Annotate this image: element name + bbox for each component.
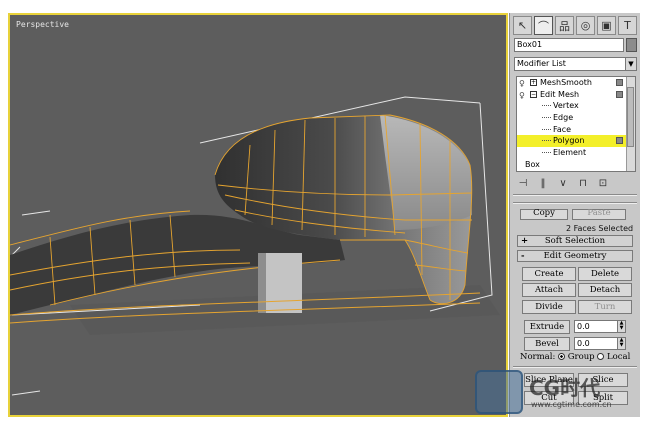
- edit-geometry-rollout[interactable]: - Edit Geometry: [517, 250, 633, 262]
- attach-button[interactable]: Attach: [522, 283, 576, 297]
- pin-stack-icon[interactable]: ⊣: [517, 178, 529, 189]
- viewport-label: Perspective: [16, 20, 69, 29]
- copy-button[interactable]: Copy: [520, 209, 568, 220]
- display-icon: ▣: [601, 19, 612, 32]
- divider: [513, 194, 637, 196]
- mesh-top-face: [380, 115, 472, 230]
- create-button[interactable]: Create: [522, 267, 576, 281]
- stack-scrollbar[interactable]: [626, 77, 635, 171]
- stack-item-edge[interactable]: Edge: [517, 112, 635, 124]
- stack-config-icon[interactable]: [616, 90, 623, 98]
- stack-item-box[interactable]: Box: [517, 159, 635, 171]
- turn-button[interactable]: Turn: [578, 300, 632, 314]
- paste-button[interactable]: Paste: [572, 209, 626, 220]
- normal-options: Normal: Group Local: [520, 352, 631, 362]
- watermark-url: www.cgtime.com.cn: [531, 400, 612, 409]
- hierarchy-tab[interactable]: 品: [555, 16, 574, 35]
- utilities-hammer-icon: T: [624, 19, 631, 32]
- stack-config-icon[interactable]: [616, 137, 623, 145]
- spinner-arrows-icon[interactable]: ▲ ▼: [617, 321, 625, 332]
- stack-item-element[interactable]: Element: [517, 147, 635, 159]
- spinner-arrows-icon[interactable]: ▲ ▼: [617, 338, 625, 349]
- lightbulb-icon[interactable]: ♀: [519, 78, 525, 89]
- remove-modifier-icon[interactable]: ⊓: [577, 178, 589, 189]
- stack-config-icon[interactable]: [616, 79, 623, 86]
- modifier-list-dropdown[interactable]: Modifier List ▼: [514, 57, 637, 71]
- object-color-swatch[interactable]: [626, 38, 637, 52]
- display-tab[interactable]: ▣: [597, 16, 616, 35]
- modifier-list-label: Modifier List: [517, 59, 566, 68]
- divider: [513, 202, 637, 204]
- make-unique-icon[interactable]: ∨: [557, 178, 569, 189]
- bevel-spinner[interactable]: 0.0 ▲ ▼: [574, 337, 626, 350]
- command-panel: ↖ ⌒ 品 ◎ ▣ T Box01 Modifier List ▼ ♀ + Me…: [509, 13, 640, 417]
- bevel-button[interactable]: Bevel: [524, 337, 570, 351]
- group-radio[interactable]: [558, 353, 566, 360]
- motion-icon: ◎: [580, 19, 591, 32]
- create-arrow-icon: ↖: [517, 19, 528, 32]
- cgtime-logo-icon: [475, 370, 523, 414]
- collapse-minus-icon[interactable]: −: [530, 90, 537, 98]
- configure-modifier-sets-icon[interactable]: ⊡: [597, 178, 609, 189]
- object-name-field[interactable]: Box01: [514, 38, 624, 52]
- modify-icon: ⌒: [538, 19, 549, 33]
- stack-item-meshsmooth[interactable]: ♀ + MeshSmooth: [517, 77, 635, 89]
- extrude-spinner[interactable]: 0.0 ▲ ▼: [574, 320, 626, 333]
- viewport-scene[interactable]: Perspective: [10, 15, 508, 417]
- utilities-tab[interactable]: T: [618, 16, 637, 35]
- panel-tabs: ↖ ⌒ 品 ◎ ▣ T: [513, 16, 637, 36]
- modify-tab[interactable]: ⌒: [534, 16, 553, 35]
- stack-item-face[interactable]: Face: [517, 124, 635, 136]
- delete-button[interactable]: Delete: [578, 267, 632, 281]
- watermark: CG时代 www.cgtime.com.cn: [473, 366, 641, 418]
- lightbulb-icon[interactable]: ♀: [519, 90, 525, 101]
- stack-item-polygon[interactable]: Polygon: [517, 135, 635, 148]
- watermark-brand: CG时代: [529, 376, 601, 400]
- stack-toolbar: ⊣ ‖ ∨ ⊓ ⊡: [514, 174, 638, 192]
- local-radio[interactable]: [597, 353, 605, 360]
- soft-selection-rollout[interactable]: + Soft Selection: [517, 235, 633, 247]
- selection-info: 2 Faces Selected: [566, 224, 634, 233]
- motion-tab[interactable]: ◎: [576, 16, 595, 35]
- extrude-button[interactable]: Extrude: [524, 320, 570, 334]
- hierarchy-icon: 品: [559, 19, 570, 33]
- detach-button[interactable]: Detach: [578, 283, 632, 297]
- divide-button[interactable]: Divide: [522, 300, 576, 314]
- expand-plus-icon[interactable]: +: [530, 79, 537, 86]
- show-end-result-icon[interactable]: ‖: [537, 178, 549, 189]
- chevron-down-icon: ▼: [625, 58, 636, 70]
- stack-item-edit-mesh[interactable]: ♀ − Edit Mesh: [517, 89, 635, 101]
- stack-item-vertex[interactable]: Vertex: [517, 100, 635, 112]
- perspective-viewport[interactable]: Perspective: [8, 13, 508, 417]
- create-tab[interactable]: ↖: [513, 16, 532, 35]
- modifier-stack[interactable]: ♀ + MeshSmooth ♀ − Edit Mesh Vertex Edge…: [516, 76, 636, 172]
